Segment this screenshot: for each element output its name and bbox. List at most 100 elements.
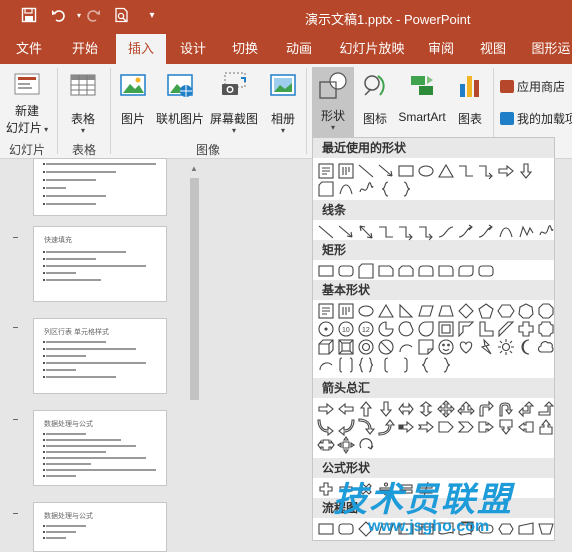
online-picture-button[interactable]: 联机图片 <box>154 70 206 140</box>
slide-thumbnail[interactable]: 列区行表 单元格样式 <box>33 318 167 394</box>
shape-righttri-icon[interactable] <box>397 302 415 320</box>
my-addins-button[interactable]: 我的加载项 <box>500 110 572 130</box>
shape-ucallout-icon[interactable] <box>537 418 554 436</box>
shape-textbox-icon[interactable] <box>317 162 335 180</box>
shape-arrowline-icon[interactable] <box>377 162 395 180</box>
customize-quick-access-icon[interactable]: ▾ <box>143 7 161 25</box>
tab-home[interactable]: 开始 <box>62 34 108 64</box>
shape-free-icon[interactable] <box>517 223 535 241</box>
shape-curve-icon[interactable] <box>497 223 515 241</box>
shape-quadcallout-icon[interactable] <box>337 436 355 454</box>
shape-bent-icon[interactable] <box>477 400 495 418</box>
shape-twelve-icon[interactable]: 12 <box>357 320 375 338</box>
shape-snip2-icon[interactable] <box>377 262 395 280</box>
shape-uturn-icon[interactable] <box>497 400 515 418</box>
shape-rrect-icon[interactable] <box>477 262 495 280</box>
shape-roundtop-icon[interactable] <box>417 262 435 280</box>
shape-quad-icon[interactable] <box>437 400 455 418</box>
shape-arrowline-icon[interactable] <box>337 223 355 241</box>
shape-elbowarrow-icon[interactable] <box>397 223 415 241</box>
shape-scribble-icon[interactable] <box>537 223 554 241</box>
undo-icon[interactable] <box>50 7 68 25</box>
shape-round1-icon[interactable] <box>437 262 455 280</box>
shape-heart-icon[interactable] <box>457 338 475 356</box>
shape-bevel-icon[interactable] <box>337 338 355 356</box>
shape-hepta-icon[interactable] <box>517 302 535 320</box>
shape-rounddiag-icon[interactable] <box>457 262 475 280</box>
shape-chevron-icon[interactable] <box>457 418 475 436</box>
shape-rect-icon[interactable] <box>397 162 415 180</box>
shape-tri-icon[interactable] <box>377 302 395 320</box>
shape-pentarrow-icon[interactable] <box>437 418 455 436</box>
thumbnail-scrollbar[interactable]: ▲ <box>187 160 202 541</box>
shape-notched-icon[interactable] <box>417 418 435 436</box>
shape-rbrack-icon[interactable] <box>397 356 415 374</box>
shape-darrow-icon[interactable] <box>377 400 395 418</box>
shape-chord-icon[interactable] <box>397 320 415 338</box>
shape-diamond-icon[interactable] <box>457 302 475 320</box>
shape-bracepair-icon[interactable] <box>357 356 375 374</box>
shape-dcallout-icon[interactable] <box>497 418 515 436</box>
shape-pie-icon[interactable] <box>377 320 395 338</box>
shape-bolt-icon[interactable] <box>477 338 495 356</box>
shape-moon-icon[interactable] <box>517 338 535 356</box>
shape-curvedu-icon[interactable] <box>357 418 375 436</box>
shape-uarrow-icon[interactable] <box>357 400 375 418</box>
shape-elbow-icon[interactable] <box>457 162 475 180</box>
screenshot-button[interactable]: 屏幕截图 ▾ <box>208 70 260 140</box>
shape-udarrow-icon[interactable] <box>417 400 435 418</box>
shape-elbow-icon[interactable] <box>377 223 395 241</box>
shape-line-icon[interactable] <box>317 223 335 241</box>
shape-lcallout-icon[interactable] <box>517 418 535 436</box>
shape-textbox-icon[interactable] <box>317 302 335 320</box>
shape-line-icon[interactable] <box>357 162 375 180</box>
shape-trap-icon[interactable] <box>437 302 455 320</box>
slide-thumbnail[interactable]: 数据处理与公式 <box>33 502 167 552</box>
shape-smiley-icon[interactable] <box>437 338 455 356</box>
shape-curvedl-icon[interactable] <box>337 418 355 436</box>
shape-vtext-icon[interactable] <box>337 302 355 320</box>
tab-transitions[interactable]: 切换 <box>222 34 268 64</box>
shape-tri-icon[interactable] <box>437 162 455 180</box>
shapes-button[interactable]: 形状 ▾ <box>312 67 354 137</box>
app-store-button[interactable]: 应用商店 <box>500 78 572 98</box>
shape-vtext-icon[interactable] <box>337 162 355 180</box>
shape-cloud-icon[interactable] <box>537 338 554 356</box>
shape-curvedarr-icon[interactable] <box>477 223 495 241</box>
chart-button[interactable]: 图表 <box>452 70 488 140</box>
new-slide-button[interactable]: 新建 幻灯片 ▾ <box>4 70 50 140</box>
shape-snip-icon[interactable] <box>357 262 375 280</box>
shape-striped-icon[interactable] <box>397 418 415 436</box>
shape-curve-icon[interactable] <box>337 180 355 198</box>
shape-sun-icon[interactable] <box>497 338 515 356</box>
shape-bracketpair-icon[interactable] <box>337 356 355 374</box>
shape-halfframe-icon[interactable] <box>457 320 475 338</box>
tab-review[interactable]: 审阅 <box>418 34 464 64</box>
shape-arc-icon[interactable] <box>397 338 415 356</box>
shape-octagon-icon[interactable] <box>537 302 554 320</box>
shape-lshape-icon[interactable] <box>477 320 495 338</box>
shape-hexa-icon[interactable] <box>497 302 515 320</box>
shape-arc-icon[interactable] <box>317 356 335 374</box>
print-preview-icon[interactable] <box>113 7 131 25</box>
shape-curvedarr-icon[interactable] <box>457 223 475 241</box>
shape-penta-icon[interactable] <box>477 302 495 320</box>
shape-lbrace-icon[interactable] <box>377 180 395 198</box>
shape-elbowarrow-icon[interactable] <box>477 162 495 180</box>
shape-plus-icon[interactable] <box>517 320 535 338</box>
shape-curvedr-icon[interactable] <box>317 418 335 436</box>
shape-decagon-icon[interactable] <box>317 320 335 338</box>
tab-view[interactable]: 视图 <box>470 34 516 64</box>
shape-diagstripe-icon[interactable] <box>497 320 515 338</box>
save-icon[interactable] <box>20 7 38 25</box>
shape-rcallout-icon[interactable] <box>477 418 495 436</box>
shape-lrarrow-icon[interactable] <box>397 400 415 418</box>
slide-thumbnail[interactable]: 数据处理与公式 <box>33 410 167 486</box>
tab-shape-format[interactable]: 图形运 <box>526 34 572 64</box>
shape-plaque-icon[interactable] <box>537 320 554 338</box>
shape-ellipse-icon[interactable] <box>417 162 435 180</box>
tab-insert[interactable]: 插入 <box>116 34 166 64</box>
shape-rarrow-icon[interactable] <box>317 400 335 418</box>
shape-rarrow-icon[interactable] <box>497 162 515 180</box>
table-button[interactable]: 表格 ▾ <box>63 70 103 140</box>
